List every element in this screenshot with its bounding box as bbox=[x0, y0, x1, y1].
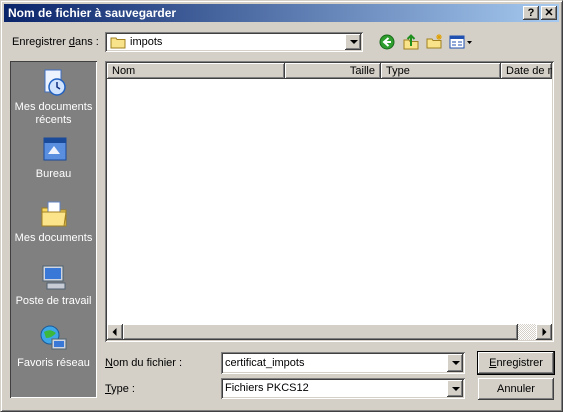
save-dialog: Nom de fichier à sauvegarder ? ✕ Enregis… bbox=[0, 0, 563, 412]
filetype-dropdown-button[interactable] bbox=[447, 380, 463, 397]
cancel-button[interactable]: Annuler bbox=[478, 378, 554, 400]
filetype-label: Type : bbox=[105, 383, 135, 395]
my-computer-icon bbox=[42, 265, 65, 290]
filename-input[interactable]: certificat_impots bbox=[225, 357, 304, 369]
place-my-computer[interactable]: Poste de travail bbox=[10, 261, 97, 308]
new-folder-icon[interactable] bbox=[425, 33, 443, 51]
chevron-down-icon bbox=[452, 361, 460, 365]
desktop-icon bbox=[43, 137, 66, 161]
place-label: Mes documents récents bbox=[14, 101, 93, 126]
view-menu-icon[interactable] bbox=[449, 34, 473, 50]
chevron-down-icon bbox=[452, 387, 460, 391]
filetype-combo[interactable]: Fichiers PKCS12 bbox=[221, 378, 465, 399]
scroll-left-button[interactable] bbox=[107, 324, 123, 340]
column-header-date[interactable]: Date de m bbox=[501, 63, 552, 79]
save-in-combo[interactable]: impots bbox=[105, 32, 363, 52]
my-documents-icon bbox=[41, 201, 67, 227]
back-icon[interactable] bbox=[379, 34, 395, 50]
arrow-left-icon bbox=[112, 328, 117, 336]
up-folder-icon[interactable] bbox=[402, 33, 420, 51]
scroll-thumb[interactable] bbox=[123, 324, 518, 340]
file-list[interactable]: Nom Taille Type Date de m bbox=[105, 61, 554, 342]
filetype-value: Fichiers PKCS12 bbox=[225, 382, 309, 394]
title-bar[interactable]: Nom de fichier à sauvegarder ? ✕ bbox=[4, 4, 559, 22]
network-places-icon bbox=[40, 325, 66, 350]
save-button[interactable]: Enregistrer bbox=[477, 351, 555, 375]
scroll-track[interactable] bbox=[123, 324, 518, 340]
save-in-dropdown-button[interactable] bbox=[345, 34, 361, 50]
place-network[interactable]: Favoris réseau bbox=[10, 323, 97, 370]
save-in-label: Enregistrer dans : bbox=[12, 36, 99, 48]
place-label: Favoris réseau bbox=[17, 357, 90, 369]
filename-label: Nom du fichier : bbox=[105, 357, 183, 369]
filename-dropdown-button[interactable] bbox=[447, 354, 463, 372]
place-my-documents[interactable]: Mes documents bbox=[10, 198, 97, 245]
save-in-value: impots bbox=[130, 36, 163, 48]
column-header-type[interactable]: Type bbox=[381, 63, 501, 79]
scroll-track-tail[interactable] bbox=[518, 324, 536, 340]
window-title: Nom de fichier à sauvegarder bbox=[8, 6, 177, 20]
help-button[interactable]: ? bbox=[523, 6, 539, 20]
place-label: Bureau bbox=[35, 168, 72, 180]
places-bar: Mes documents récents Bureau Mes documen… bbox=[10, 61, 97, 398]
place-desktop[interactable]: Bureau bbox=[10, 134, 97, 181]
chevron-down-icon bbox=[350, 40, 358, 44]
arrow-right-icon bbox=[542, 328, 547, 336]
close-button[interactable]: ✕ bbox=[541, 6, 557, 20]
place-recent-documents[interactable]: Mes documents récents bbox=[10, 67, 97, 127]
place-label: Mes documents bbox=[14, 232, 93, 244]
column-header-name[interactable]: Nom bbox=[107, 63, 285, 79]
column-header-size[interactable]: Taille bbox=[285, 63, 381, 79]
folder-icon bbox=[110, 37, 126, 49]
recent-documents-icon bbox=[44, 69, 66, 96]
place-label: Poste de travail bbox=[15, 295, 92, 307]
filename-combo[interactable]: certificat_impots bbox=[221, 352, 465, 374]
scroll-right-button[interactable] bbox=[536, 324, 552, 340]
